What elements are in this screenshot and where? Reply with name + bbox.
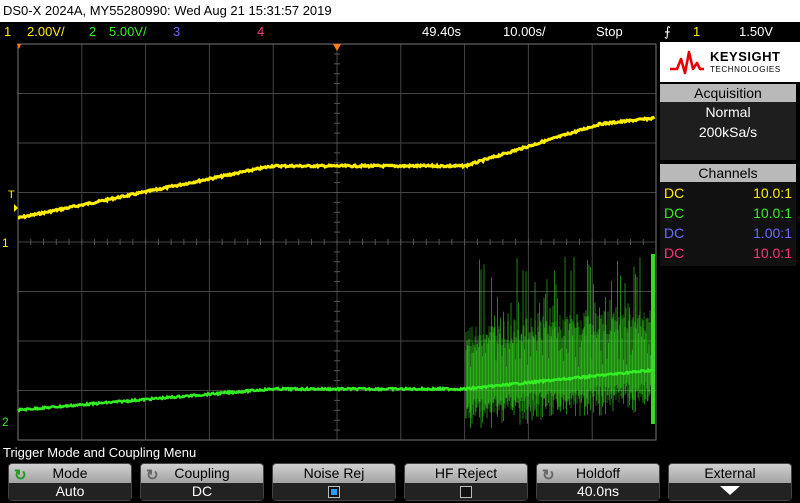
ch1-number[interactable]: 1 — [4, 22, 11, 42]
logo-brand: KEYSIGHT — [710, 49, 781, 64]
softkey-value: Auto — [9, 483, 131, 500]
channel-probe: 10.0:1 — [753, 185, 792, 201]
hf-reject-checkbox[interactable] — [460, 486, 472, 498]
status-bar: 1 2.00V/ 2 5.00V/ 3 4 49.40s 10.00s/ Sto… — [0, 22, 800, 42]
holdoff-softkey[interactable]: ↻ Holdoff 40.0ns — [536, 463, 660, 501]
channels-header: Channels — [660, 164, 796, 182]
softkey-label: Noise Rej — [303, 465, 365, 481]
noise-edge — [651, 254, 655, 424]
run-state[interactable]: Stop — [596, 22, 623, 42]
noise-rej-softkey[interactable]: Noise Rej — [272, 463, 396, 501]
ch1-scale[interactable]: 2.00V/ — [27, 22, 65, 42]
sample-rate: 200kSa/s — [698, 124, 758, 140]
window-title: DS0-X 2024A, MY55280990: Wed Aug 21 15:3… — [0, 0, 800, 22]
softkey-label: External — [704, 465, 756, 481]
keysight-wave-icon — [670, 50, 704, 75]
timebase[interactable]: 10.00s/ — [503, 22, 546, 42]
ch2-number[interactable]: 2 — [89, 22, 96, 42]
channel-probe: 10.0:1 — [753, 245, 792, 261]
channel-probe: 10.0:1 — [753, 205, 792, 221]
softkey-label: Coupling — [174, 465, 230, 481]
mode-softkey[interactable]: ↻ Mode Auto — [8, 463, 132, 501]
softkey-value: DC — [141, 483, 263, 500]
softkey-value — [669, 483, 791, 500]
trigger-level[interactable]: 1.50V — [739, 22, 773, 42]
channel-row: DC 1.00:1 — [664, 223, 794, 243]
channel-probe: 1.00:1 — [753, 225, 792, 241]
external-softkey[interactable]: External — [668, 463, 792, 501]
softkey-label: Mode — [52, 465, 88, 481]
acquisition-header: Acquisition — [660, 84, 796, 102]
channel-row: DC 10.0:1 — [664, 243, 794, 263]
channel-row: DC 10.0:1 — [664, 183, 794, 203]
channels-panel: DC 10.0:1 DC 10.0:1 DC 1.00:1 DC 10.0:1 — [660, 182, 796, 266]
coupling-softkey[interactable]: ↻ Coupling DC — [140, 463, 264, 501]
keysight-logo: KEYSIGHT TECHNOLOGIES — [660, 42, 800, 82]
noise-rej-checkbox[interactable] — [328, 486, 340, 498]
trigger-channel[interactable]: 1 — [693, 22, 700, 42]
ch2-ground-marker[interactable]: 2 — [2, 415, 9, 429]
side-panel: KEYSIGHT TECHNOLOGIES Acquisition Normal… — [660, 42, 800, 442]
chevron-down-icon — [720, 486, 740, 495]
trigger-level-marker: T — [8, 189, 15, 201]
acquisition-panel: Normal 200kSa/s — [660, 102, 796, 160]
softkey-value: 40.0ns — [537, 483, 659, 500]
logo-sub: TECHNOLOGIES — [710, 65, 781, 74]
channel-coupling: DC — [664, 225, 685, 241]
channel-coupling: DC — [664, 185, 685, 201]
ch1-ground-marker[interactable]: 1 — [2, 236, 9, 250]
waveform-display[interactable]: T 1 2 — [0, 42, 660, 444]
softkey-label: HF Reject — [434, 465, 498, 481]
ch2-scale[interactable]: 5.00V/ — [109, 22, 147, 42]
channel-row: DC 10.0:1 — [664, 203, 794, 223]
trigger-edge-icon: ⨍ — [664, 24, 671, 39]
hf-reject-softkey[interactable]: HF Reject — [404, 463, 528, 501]
channel-coupling: DC — [664, 205, 685, 221]
channel-coupling: DC — [664, 245, 685, 261]
menu-title: Trigger Mode and Coupling Menu — [3, 445, 197, 460]
ch3-number[interactable]: 3 — [173, 22, 180, 42]
softkey-label: Holdoff — [575, 465, 621, 481]
ch4-number[interactable]: 4 — [257, 22, 264, 42]
time-offset[interactable]: 49.40s — [422, 22, 461, 42]
acquisition-mode: Normal — [705, 104, 751, 120]
